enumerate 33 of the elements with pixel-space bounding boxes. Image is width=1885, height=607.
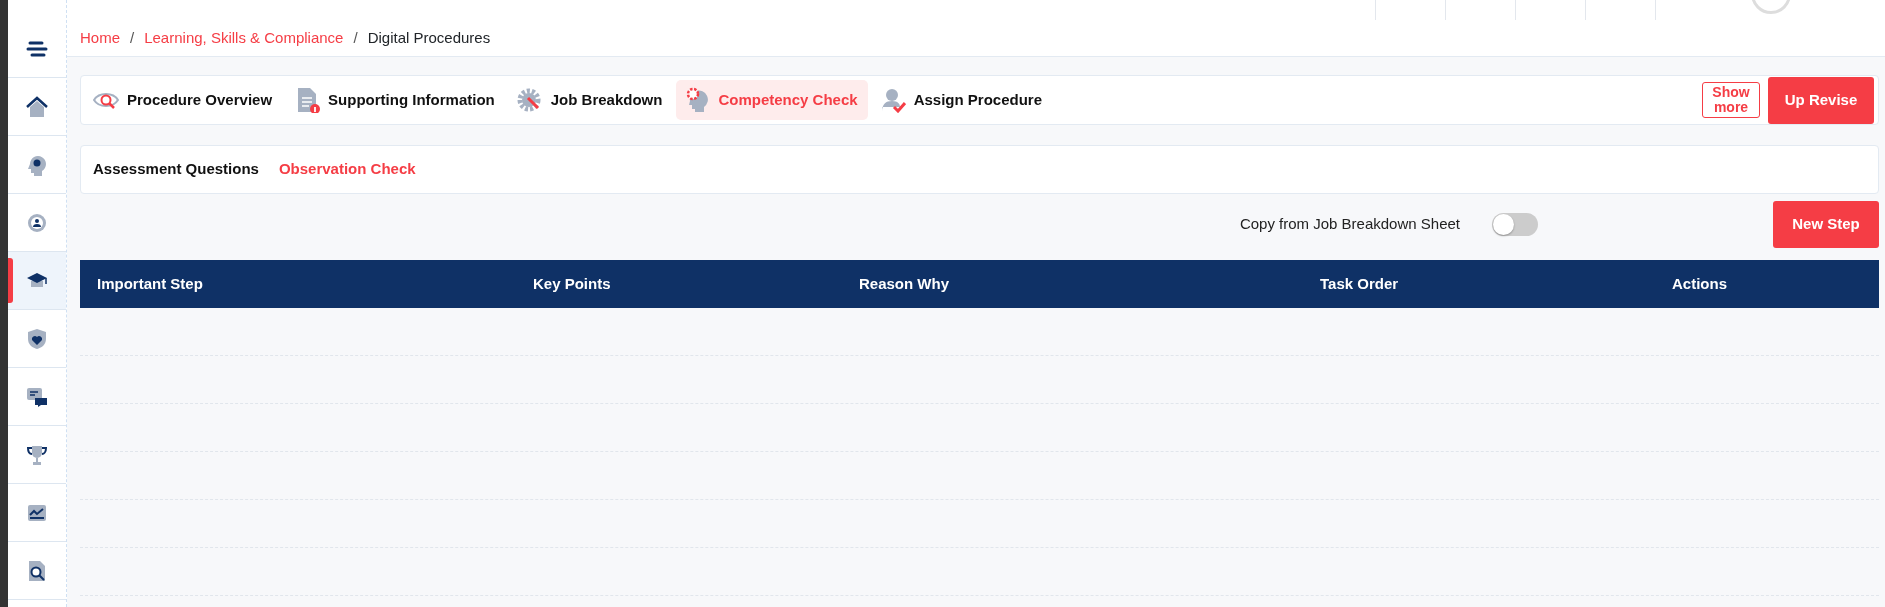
breadcrumb-current: Digital Procedures [367,27,491,48]
person-check-icon [879,87,906,113]
tab[interactable]: Competency Check [676,80,868,120]
trophy-icon [26,443,48,466]
column-header: Actions [1671,273,1728,294]
show-more-button[interactable]: Show more [1702,82,1760,118]
tab[interactable]: Supporting Information [286,80,505,120]
toggle-label: Copy from Job Breakdown Sheet [1239,214,1460,235]
toggle-switch[interactable] [1492,213,1538,236]
breadcrumb-separator: / [130,27,135,48]
sidebar-item[interactable] [8,252,66,310]
gear-wrench-icon [516,87,543,113]
breadcrumb-separator: / [353,27,358,48]
column-header: Task Order [1319,273,1400,294]
shield-heart-icon [26,327,48,350]
home-icon [26,95,48,118]
tab[interactable]: Job Breakdown [508,80,673,120]
new-step-button[interactable]: New Step [1773,201,1879,248]
head-gear-icon [684,87,711,113]
tab[interactable]: Procedure Overview [85,80,283,120]
breadcrumb-link[interactable]: Home [80,26,120,50]
subtab[interactable]: Observation Check [278,158,416,181]
chat-icon [26,385,48,408]
head-gear-icon [26,153,48,176]
column-header: Key Points [532,273,612,294]
tab[interactable]: Assign Procedure [871,80,1052,120]
up-revise-button[interactable]: Up Revise [1768,76,1874,124]
column-header: Important Step [96,273,204,294]
person-gear-icon [26,211,48,234]
subtab[interactable]: Assessment Questions [93,158,259,181]
breadcrumb-link[interactable]: Learning, Skills & Compliance [144,26,344,50]
document-search-icon [26,559,48,582]
column-header: Reason Why [858,273,950,294]
